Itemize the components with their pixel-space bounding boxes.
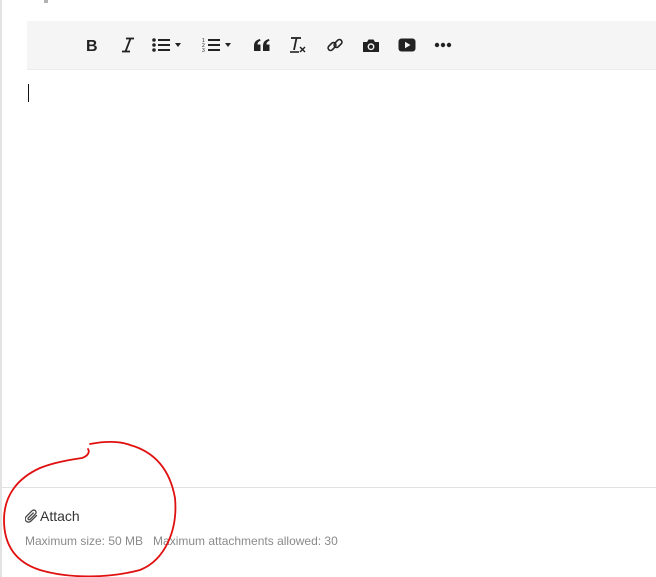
max-attachments-text: Maximum attachments allowed: 30 bbox=[153, 534, 338, 548]
ellipsis-icon bbox=[434, 42, 452, 48]
more-button[interactable] bbox=[432, 33, 454, 57]
clear-format-icon bbox=[290, 37, 306, 53]
max-size-text: Maximum size: 50 MB bbox=[25, 534, 144, 548]
paperclip-icon bbox=[25, 508, 38, 523]
svg-text:3: 3 bbox=[202, 48, 205, 53]
video-play-icon bbox=[398, 38, 416, 52]
numbered-list-icon: 1 2 3 bbox=[202, 38, 220, 53]
attach-label: Attach bbox=[40, 508, 80, 524]
attachment-limits: Maximum size: 50 MB Maximum attachments a… bbox=[25, 534, 338, 548]
chevron-down-icon bbox=[225, 43, 231, 47]
editor-toolbar: B 1 2 3 bbox=[27, 21, 656, 70]
video-button[interactable] bbox=[396, 33, 418, 57]
bold-icon: B bbox=[86, 38, 98, 53]
editor-divider bbox=[2, 487, 656, 488]
bulleted-list-icon bbox=[152, 38, 170, 52]
blockquote-button[interactable] bbox=[251, 33, 273, 57]
attach-button[interactable]: Attach bbox=[25, 508, 80, 524]
italic-icon bbox=[122, 37, 134, 53]
svg-text:B: B bbox=[86, 38, 98, 53]
clear-formatting-button[interactable] bbox=[287, 33, 309, 57]
image-button[interactable] bbox=[360, 33, 382, 57]
editor-content-area[interactable] bbox=[27, 70, 656, 486]
quote-icon bbox=[254, 39, 270, 51]
rich-text-editor: B 1 2 3 bbox=[2, 0, 656, 577]
numbered-list-button[interactable]: 1 2 3 bbox=[202, 33, 231, 57]
bold-button[interactable]: B bbox=[81, 33, 103, 57]
page: B 1 2 3 Attach Maximum size: 50 MB Maxim… bbox=[0, 0, 656, 577]
link-icon bbox=[327, 38, 343, 52]
bulleted-list-button[interactable] bbox=[152, 33, 181, 57]
camera-icon bbox=[363, 39, 379, 52]
chevron-down-icon bbox=[175, 43, 181, 47]
link-button[interactable] bbox=[324, 33, 346, 57]
italic-button[interactable] bbox=[117, 33, 139, 57]
